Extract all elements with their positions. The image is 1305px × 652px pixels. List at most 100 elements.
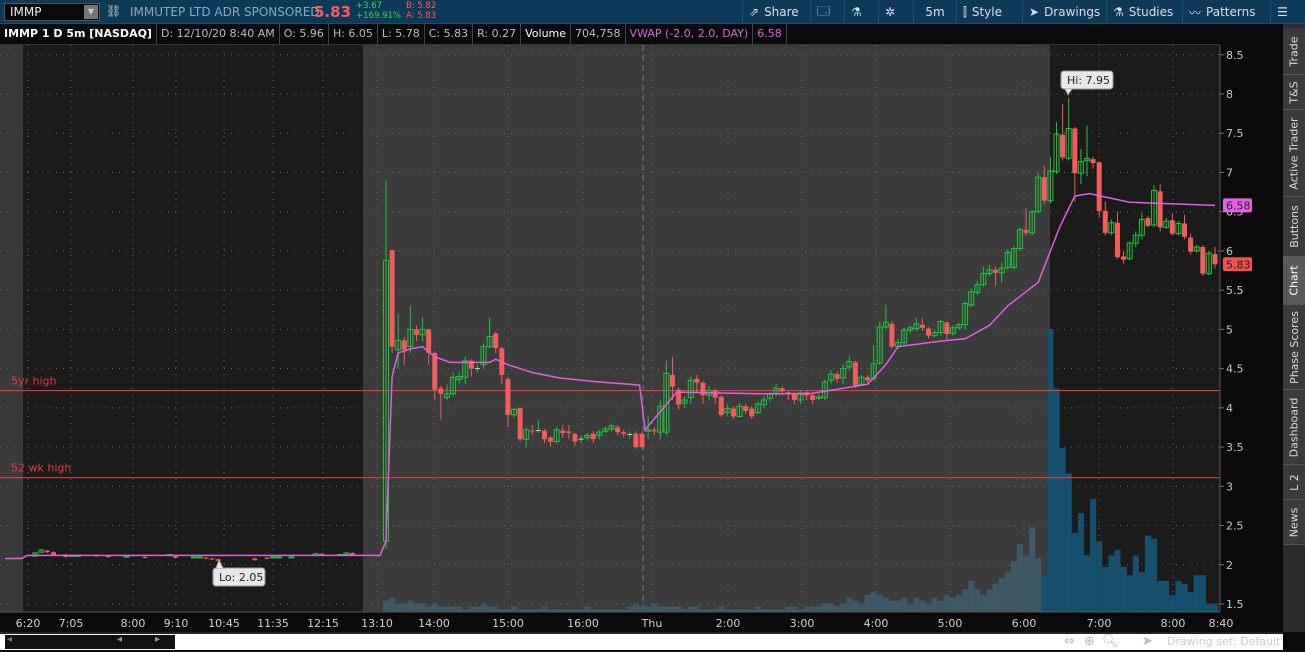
- timeframe-button[interactable]: 5m: [913, 0, 956, 24]
- scroll-right-icon[interactable]: ▸: [155, 634, 160, 645]
- volume-bar: [639, 606, 646, 612]
- volume-bar: [852, 600, 859, 612]
- tab-t-s[interactable]: T&S: [1283, 75, 1305, 110]
- volume-bar: [754, 606, 761, 612]
- volume-bar: [1157, 580, 1164, 612]
- volume-bar: [1175, 580, 1182, 612]
- volume-bar: [1053, 388, 1060, 612]
- volume-bar: [474, 606, 481, 612]
- level-label: 52 wk high: [11, 462, 71, 475]
- volume-bar: [468, 606, 475, 612]
- tab-label: Chart: [1287, 265, 1301, 296]
- share-button[interactable]: ⇗ Share: [742, 0, 805, 24]
- settings-button[interactable]: ✲: [878, 0, 913, 24]
- cursor-icon[interactable]: ➤: [1142, 634, 1153, 649]
- candle: [926, 328, 932, 336]
- volume-bar: [632, 603, 640, 612]
- price-label: 6: [1226, 245, 1233, 258]
- candle: [852, 362, 858, 387]
- time-label: 15:00: [492, 617, 524, 630]
- tab-news[interactable]: News: [1283, 500, 1305, 545]
- volume-bar: [986, 589, 993, 612]
- volume-bar: [413, 603, 420, 612]
- premarket-candle: [203, 557, 209, 559]
- info-button[interactable]: 🗔: [810, 0, 844, 24]
- volume-bar: [1132, 555, 1139, 612]
- premarket-candle: [123, 555, 130, 558]
- bar-range: R: 0.27: [473, 24, 522, 44]
- premarket-candle: [252, 558, 258, 561]
- volume-bar: [827, 603, 835, 612]
- zoom-in-icon[interactable]: 🔍︎: [1102, 634, 1119, 649]
- studies-button[interactable]: ⚗ Studies: [1106, 0, 1179, 24]
- chart-info-bar: IMMP 1 D 5m [NASDAQ] D: 12/10/20 8:40 AM…: [0, 24, 1220, 45]
- volume-bar: [821, 603, 828, 612]
- tab-buttons[interactable]: Buttons: [1283, 197, 1305, 257]
- volume-bar: [949, 597, 956, 612]
- volume-bar: [425, 606, 432, 612]
- price-label: 7.5: [1226, 127, 1244, 140]
- time-label: 12:15: [307, 617, 339, 630]
- candle: [1145, 217, 1151, 226]
- menu-button[interactable]: ☰: [1270, 0, 1305, 24]
- candle: [779, 388, 785, 392]
- tab-trade[interactable]: Trade: [1283, 28, 1305, 75]
- candle: [572, 433, 578, 442]
- tab-chart[interactable]: Chart: [1283, 257, 1305, 305]
- chart-scrollbar[interactable]: ◂ ◂ ▸ ⇔ ⊕ 🔍︎ ➤ Drawing set: Default: [0, 632, 1283, 650]
- drawing-set[interactable]: Drawing set: Default: [1167, 635, 1280, 648]
- prior-session-bg: [0, 45, 23, 612]
- candle: [590, 433, 596, 440]
- tab-active-trader[interactable]: Active Trader: [1283, 110, 1305, 197]
- candle: [529, 430, 535, 432]
- volume-bar: [876, 595, 883, 612]
- time-label: 5:00: [938, 617, 963, 630]
- crosshair-icon[interactable]: ⊕: [1084, 634, 1095, 649]
- volume-bar: [846, 597, 853, 612]
- scroll-left-icon[interactable]: ◂: [7, 634, 12, 645]
- link-icon[interactable]: ⛓: [106, 4, 121, 18]
- price-chart[interactable]: 5yr high 52 wk high 1.5 2 2.5 3 3.5 4 4.5 5 5.5 6 6…: [0, 45, 1283, 632]
- volume-bar: [1102, 566, 1109, 612]
- volume-bar: [480, 603, 487, 612]
- volume-bar: [437, 606, 444, 612]
- premarket-candle: [270, 556, 277, 559]
- tab-phase-scores[interactable]: Phase Scores: [1283, 305, 1305, 390]
- flask-icon: ⚗: [1113, 5, 1124, 19]
- volume-bar: [943, 595, 950, 612]
- symbol-input[interactable]: IMMP ▼: [4, 3, 100, 21]
- volume-bar: [584, 606, 591, 612]
- tab-l-2[interactable]: L 2: [1283, 465, 1305, 500]
- volume-bar: [1151, 538, 1158, 612]
- volume-bar: [1108, 555, 1115, 612]
- time-label: 11:35: [257, 617, 289, 630]
- volume-bar: [913, 597, 920, 612]
- volume-bar: [541, 606, 548, 612]
- candle: [718, 396, 724, 415]
- zoom-width-icon[interactable]: ⇔: [1064, 634, 1075, 649]
- volume-bar: [1016, 544, 1024, 612]
- price-label: 8: [1226, 88, 1233, 101]
- tab-label: L 2: [1287, 473, 1301, 491]
- tab-dashboard[interactable]: Dashboard: [1283, 390, 1305, 465]
- volume-bar: [992, 583, 999, 612]
- drawings-button[interactable]: ➤ Drawings: [1022, 0, 1106, 24]
- scroll-left-icon[interactable]: ◂: [117, 634, 122, 645]
- chevron-down-icon[interactable]: ▼: [84, 5, 98, 19]
- volume-bar: [1059, 447, 1066, 612]
- tab-label: Dashboard: [1287, 397, 1301, 457]
- volume-bar: [645, 606, 652, 612]
- candle: [413, 329, 419, 335]
- volume-bar: [955, 595, 963, 612]
- volume-bar: [456, 606, 463, 612]
- candle: [1200, 246, 1206, 274]
- flask-button[interactable]: ⚗: [844, 0, 878, 24]
- volume-bar: [1023, 555, 1030, 612]
- candle: [694, 378, 700, 383]
- scroll-track[interactable]: ◂ ◂ ▸: [5, 634, 175, 649]
- volume-bar: [925, 603, 932, 612]
- style-button[interactable]: ⫿ Style: [956, 0, 1008, 24]
- candle: [401, 340, 407, 350]
- patterns-button[interactable]: 〰 Patterns: [1182, 0, 1261, 24]
- volume-bar: [1199, 575, 1206, 612]
